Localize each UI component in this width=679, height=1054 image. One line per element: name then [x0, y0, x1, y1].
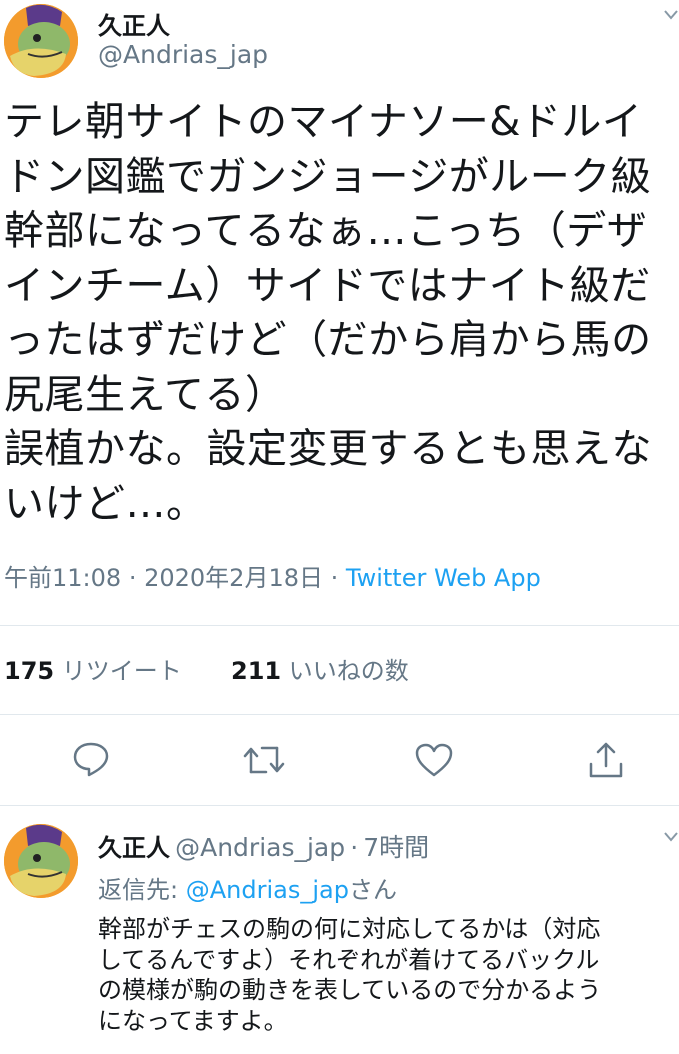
divider: [0, 625, 679, 626]
divider: [0, 714, 679, 715]
author-handle[interactable]: @Andrias_jap: [98, 40, 268, 69]
chevron-down-icon[interactable]: [664, 828, 678, 847]
tweet-date[interactable]: 2020年2月18日: [144, 564, 323, 592]
retweet-stat[interactable]: 175 リツイート: [4, 657, 189, 685]
like-button[interactable]: [414, 742, 454, 778]
divider: [0, 805, 679, 806]
tweet-stats: 175 リツイート 211 いいねの数: [4, 651, 409, 686]
like-icon: [415, 743, 453, 777]
like-count: 211: [231, 657, 282, 685]
reply-separator: ·: [350, 833, 359, 862]
meta-separator: ·: [330, 564, 339, 592]
chevron-down-icon[interactable]: [664, 6, 678, 25]
reply-time[interactable]: 7時間: [363, 833, 429, 862]
reply-to-line: 返信先: @Andrias_japさん: [98, 870, 397, 905]
reply-author-handle[interactable]: @Andrias_jap: [175, 833, 345, 862]
reply-button[interactable]: [72, 740, 110, 778]
tweet-time[interactable]: 午前11:08: [4, 564, 121, 592]
reply-author-name[interactable]: 久正人: [98, 834, 170, 862]
reply-to-mention[interactable]: @Andrias_jap: [186, 876, 349, 904]
avatar-frog-image: [4, 824, 78, 898]
reply-icon: [73, 742, 109, 777]
avatar-frog-image: [4, 4, 78, 78]
avatar[interactable]: [4, 4, 78, 78]
meta-separator: ·: [128, 564, 137, 592]
retweet-count: 175: [4, 657, 55, 685]
reply-to-prefix: 返信先:: [98, 876, 179, 904]
reply-to-suffix: さん: [348, 876, 397, 904]
share-icon: [589, 742, 623, 778]
author-name[interactable]: 久正人: [98, 6, 170, 41]
like-stat[interactable]: 211 いいねの数: [231, 657, 409, 685]
retweet-button[interactable]: [242, 742, 286, 778]
retweet-label: リツイート: [61, 657, 182, 685]
tweet-app-link[interactable]: Twitter Web App: [346, 564, 541, 592]
reply-avatar[interactable]: [4, 824, 78, 898]
reply-header: 久正人 @Andrias_jap · 7時間: [98, 828, 429, 864]
like-label: いいねの数: [288, 657, 409, 685]
reply-text: 幹部がチェスの駒の何に対応してるかは（対応 してるんですよ）それぞれが着けてるバ…: [98, 915, 602, 1035]
tweet-meta: 午前11:08 · 2020年2月18日 · Twitter Web App: [4, 558, 541, 593]
share-button[interactable]: [586, 740, 626, 780]
tweet-text: テレ朝サイトのマイナソー&ドルイ ドン図鑑でガンジョージがルーク級 幹部になって…: [4, 99, 652, 527]
retweet-icon: [243, 746, 285, 774]
